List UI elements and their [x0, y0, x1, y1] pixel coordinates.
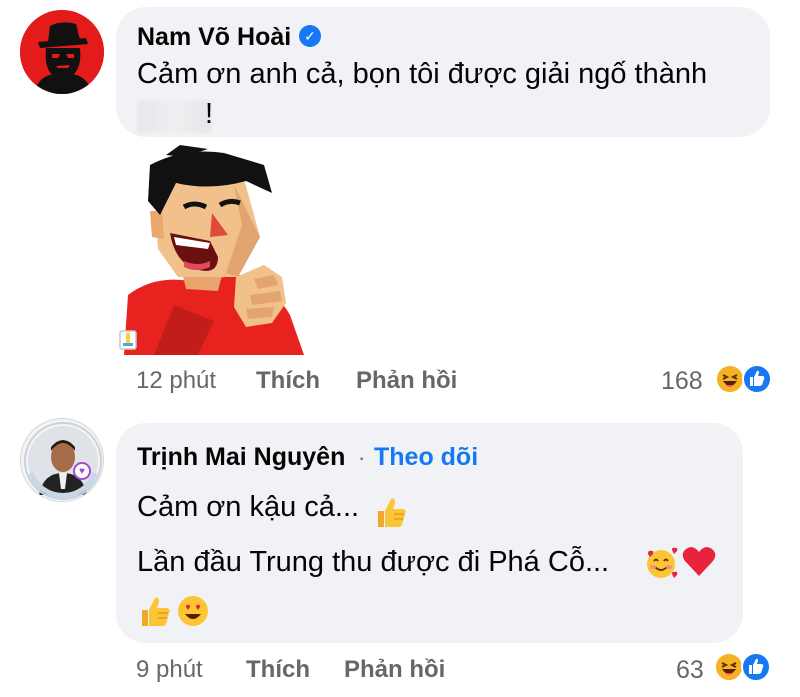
comment-text: Cảm ơn anh cả, bọn tôi được giải ngố thà…	[137, 58, 708, 90]
heart-eyes-emoji-icon	[178, 596, 208, 626]
heart-badge-icon: ♥	[73, 462, 91, 480]
separator-dot: ·	[358, 445, 366, 470]
avatar-silhouette-icon	[20, 10, 104, 94]
thumbs-up-emoji-icon	[142, 597, 170, 626]
comment-bubble: Trịnh Mai Nguyên · Theo dõi Cảm ơn kậu c…	[116, 423, 743, 643]
laughing-man-sticker-icon	[119, 145, 304, 355]
like-icon	[742, 364, 772, 394]
reply-button[interactable]: Phản hồi	[356, 367, 457, 395]
comment-time[interactable]: 9 phút	[136, 656, 203, 684]
comment-author[interactable]: Trịnh Mai Nguyên	[137, 443, 345, 472]
like-button[interactable]: Thích	[246, 656, 310, 684]
thumbs-up-emoji-icon	[378, 498, 406, 527]
haha-icon	[715, 364, 745, 394]
comment-line: Lần đầu Trung thu được đi Phá Cỗ...	[137, 546, 610, 578]
avatar[interactable]	[20, 10, 104, 94]
smiling-face-with-hearts-icon	[647, 547, 678, 578]
sticker-laughing-man[interactable]	[114, 145, 304, 355]
comment-text-suffix: !	[205, 98, 214, 130]
reply-button[interactable]: Phản hồi	[344, 656, 445, 684]
follow-button[interactable]: Theo dõi	[374, 443, 478, 472]
avatar-photo-icon	[22, 420, 103, 501]
comment-time[interactable]: 12 phút	[136, 367, 216, 395]
comment-author[interactable]: Nam Võ Hoài	[137, 23, 291, 52]
reaction-count[interactable]: 168	[661, 367, 703, 396]
blurred-text	[137, 101, 211, 133]
verified-badge-icon: ✓	[299, 25, 321, 47]
comment-line: Cảm ơn kậu cả...	[137, 491, 360, 523]
red-heart-icon	[682, 547, 716, 576]
reaction-count[interactable]: 63	[676, 656, 704, 685]
avatar[interactable]	[20, 418, 104, 502]
like-icon	[741, 652, 771, 682]
comment-bubble: Nam Võ Hoài ✓ Cảm ơn anh cả, bọn tôi đượ…	[116, 7, 770, 137]
like-button[interactable]: Thích	[256, 367, 320, 395]
haha-icon	[714, 652, 744, 682]
